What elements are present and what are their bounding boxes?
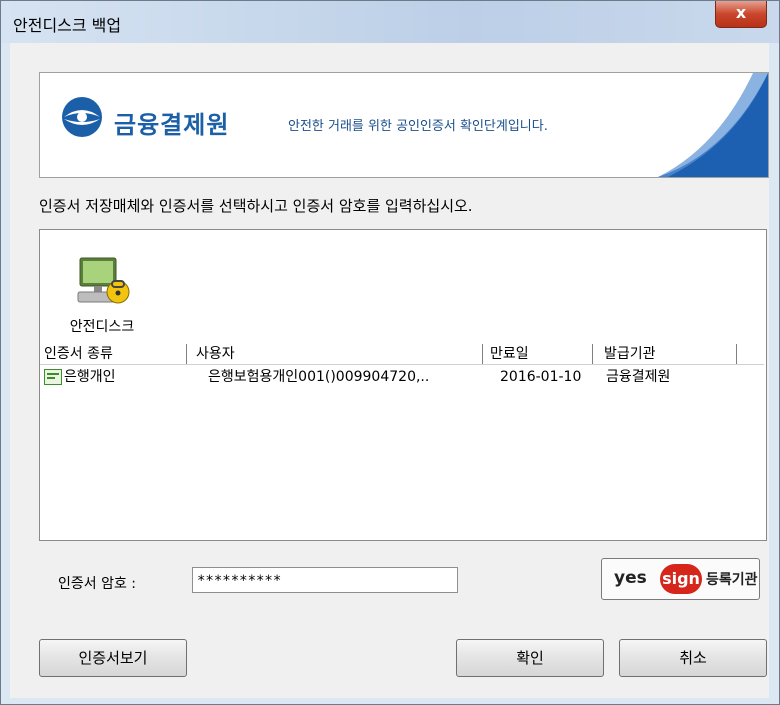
table-row[interactable]: 은행개인 은행보험용개인001()009904720,.. 2016-01-10… bbox=[40, 366, 764, 388]
cancel-button[interactable]: 취소 bbox=[619, 639, 767, 677]
column-header-issuer[interactable]: 발급기관 bbox=[600, 344, 737, 364]
instruction-text: 인증서 저장매체와 인증서를 선택하시고 인증서 암호를 입력하십시오. bbox=[39, 197, 473, 215]
column-header-type[interactable]: 인증서 종류 bbox=[40, 344, 187, 364]
banner: 금융결제원 안전한 거래를 위한 공인인증서 확인단계입니다. bbox=[39, 72, 769, 178]
password-input[interactable]: ********** bbox=[192, 567, 458, 593]
window-title: 안전디스크 백업 bbox=[13, 16, 122, 35]
yessign-yes-text: yes bbox=[614, 568, 647, 588]
cert-issuer-cell: 금융결제원 bbox=[606, 369, 671, 385]
registration-authority-text: 등록기관 bbox=[706, 572, 758, 588]
banner-subtitle: 안전한 거래를 위한 공인인증서 확인단계입니다. bbox=[288, 119, 548, 134]
cert-expiry-cell: 2016-01-10 bbox=[500, 369, 582, 385]
banner-swoosh-graphic bbox=[658, 73, 768, 177]
storage-media-secure-disk[interactable]: 안전디스크 bbox=[52, 254, 152, 336]
password-label: 인증서 암호 : bbox=[58, 576, 137, 592]
yessign-logo: yes sign 등록기관 bbox=[601, 558, 760, 600]
certificate-icon bbox=[44, 369, 62, 392]
title-bar[interactable]: 안전디스크 백업 x bbox=[1, 1, 779, 43]
column-header-expiry[interactable]: 만료일 bbox=[486, 344, 593, 364]
certificate-panel: 안전디스크 인증서 종류 사용자 만료일 발급기관 은행개인 은행보험용개인00… bbox=[39, 229, 767, 541]
cert-user-cell: 은행보험용개인001()009904720,.. bbox=[208, 369, 430, 385]
close-button[interactable]: x bbox=[715, 1, 767, 28]
dialog-window: 안전디스크 백업 x 금융결제원 안전한 거래를 위한 공인인증서 확인단계입니… bbox=[0, 0, 780, 705]
view-certificate-button[interactable]: 인증서보기 bbox=[39, 639, 187, 677]
storage-media-label: 안전디스크 bbox=[69, 319, 135, 335]
brand-name: 금융결제원 bbox=[114, 111, 230, 139]
cert-list-header: 인증서 종류 사용자 만료일 발급기관 bbox=[40, 344, 764, 365]
cert-type-cell: 은행개인 bbox=[64, 369, 116, 385]
ok-button[interactable]: 확인 bbox=[456, 639, 604, 677]
secure-disk-computer-lock-icon bbox=[77, 257, 130, 304]
kftc-logo-icon bbox=[62, 97, 102, 137]
column-header-user[interactable]: 사용자 bbox=[192, 344, 483, 364]
yessign-sign-badge: sign bbox=[660, 564, 702, 594]
dialog-client-area: 금융결제원 안전한 거래를 위한 공인인증서 확인단계입니다. 인증서 저장매체… bbox=[10, 43, 769, 698]
